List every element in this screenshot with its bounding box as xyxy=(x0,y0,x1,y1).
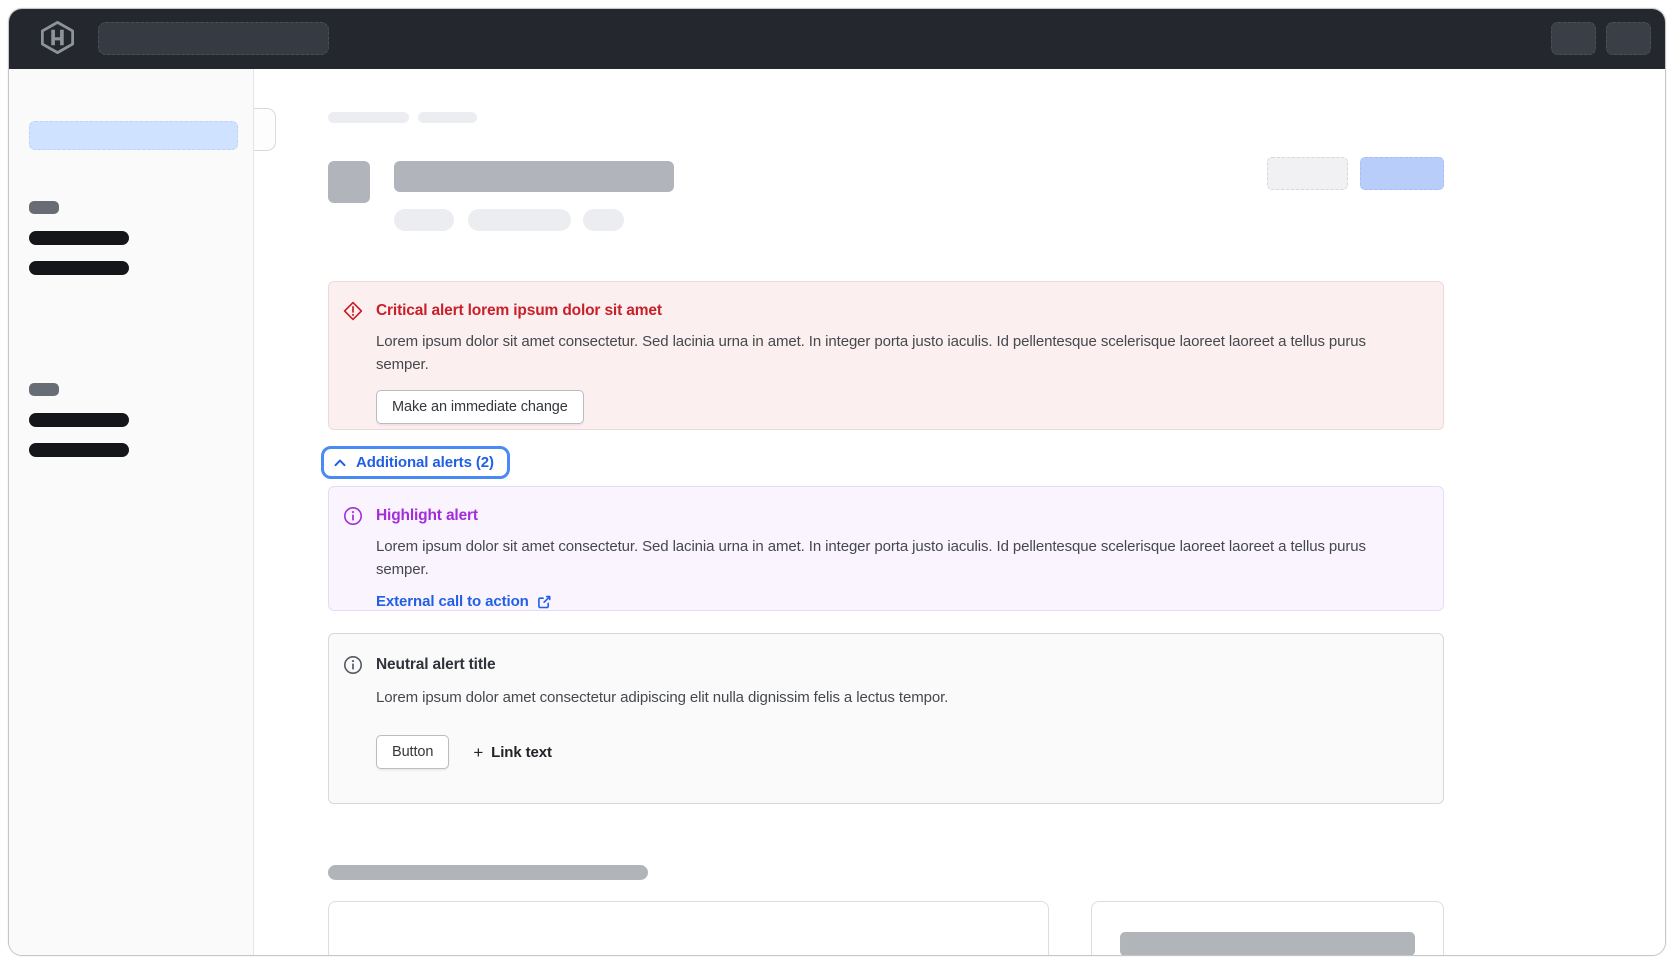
critical-alert-title: Critical alert lorem ipsum dolor sit ame… xyxy=(376,299,1413,323)
neutral-alert-title: Neutral alert title xyxy=(376,653,1413,677)
search-input-placeholder[interactable] xyxy=(98,22,329,55)
breadcrumb xyxy=(328,112,477,123)
info-circle-icon xyxy=(343,504,363,610)
neutral-alert-link[interactable]: + Link text xyxy=(473,744,552,761)
neutral-alert-banner: Neutral alert title Lorem ipsum dolor am… xyxy=(328,633,1444,804)
badge-skeleton xyxy=(394,209,454,231)
sidebar-section-label-skeleton xyxy=(29,383,59,396)
sidebar-item-skeleton[interactable] xyxy=(29,261,129,275)
badge-skeleton xyxy=(468,209,571,231)
chevron-up-icon xyxy=(333,456,347,470)
navbar-action-placeholder-2[interactable] xyxy=(1606,22,1651,55)
badge-skeleton xyxy=(583,209,624,231)
highlight-alert-banner: Highlight alert Lorem ipsum dolor sit am… xyxy=(328,486,1444,611)
neutral-alert-body: Lorem ipsum dolor amet consectetur adipi… xyxy=(376,686,1413,709)
page-icon-skeleton xyxy=(328,161,370,203)
top-navbar xyxy=(9,9,1665,70)
info-circle-icon xyxy=(343,653,363,803)
sidebar-item-skeleton[interactable] xyxy=(29,231,129,245)
card-content-skeleton xyxy=(1120,932,1415,956)
primary-action-placeholder[interactable] xyxy=(1360,157,1444,190)
neutral-alert-link-label: Link text xyxy=(491,744,552,761)
external-cta-link[interactable]: External call to action xyxy=(376,593,552,610)
sidebar xyxy=(9,69,254,955)
alert-diamond-icon xyxy=(343,299,363,429)
sidebar-item-skeleton[interactable] xyxy=(29,443,129,457)
main-content: Critical alert lorem ipsum dolor sit ame… xyxy=(254,69,1665,955)
sidebar-flyout-notch xyxy=(253,108,276,151)
critical-alert-action-button[interactable]: Make an immediate change xyxy=(376,390,584,424)
highlight-alert-body: Lorem ipsum dolor sit amet consectetur. … xyxy=(376,535,1413,581)
page-title-skeleton xyxy=(394,161,674,192)
sidebar-section-label-skeleton xyxy=(29,201,59,214)
neutral-alert-button[interactable]: Button xyxy=(376,735,449,769)
critical-alert-body: Lorem ipsum dolor sit amet consectetur. … xyxy=(376,330,1413,376)
section-title-skeleton xyxy=(328,865,648,880)
plus-icon: + xyxy=(473,744,483,761)
external-cta-label: External call to action xyxy=(376,593,529,610)
breadcrumb-item-skeleton[interactable] xyxy=(328,112,409,123)
content-card xyxy=(328,901,1049,956)
content-card xyxy=(1091,901,1444,956)
additional-alerts-toggle[interactable]: Additional alerts (2) xyxy=(321,446,510,479)
sidebar-item-active-placeholder[interactable] xyxy=(29,121,238,150)
hashicorp-logo-icon xyxy=(39,21,76,54)
critical-alert-banner: Critical alert lorem ipsum dolor sit ame… xyxy=(328,281,1444,430)
highlight-alert-title: Highlight alert xyxy=(376,504,1413,528)
secondary-action-placeholder[interactable] xyxy=(1267,157,1348,190)
sidebar-item-skeleton[interactable] xyxy=(29,413,129,427)
additional-alerts-label: Additional alerts (2) xyxy=(356,454,494,471)
external-link-icon xyxy=(536,594,552,610)
navbar-action-placeholder-1[interactable] xyxy=(1551,22,1596,55)
page-actions xyxy=(1267,157,1444,190)
app-frame: Critical alert lorem ipsum dolor sit ame… xyxy=(8,8,1666,956)
page-meta-badges xyxy=(394,209,624,231)
breadcrumb-item-skeleton[interactable] xyxy=(418,112,477,123)
